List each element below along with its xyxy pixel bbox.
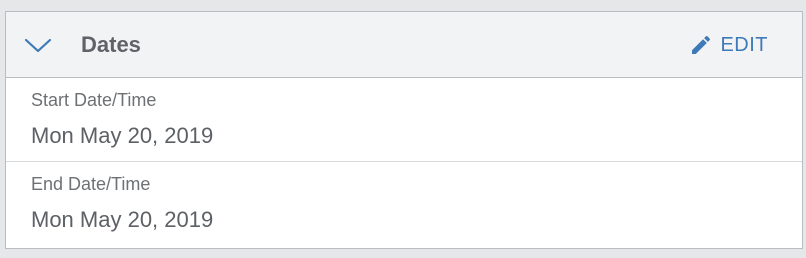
start-date-label: Start Date/Time (31, 90, 157, 110)
end-date-field: End Date/Time Mon May 20, 2019 (6, 162, 802, 248)
edit-button-label: EDIT (720, 34, 768, 56)
edit-button[interactable]: EDIT (689, 32, 768, 58)
start-date-value: Mon May 20, 2019 (31, 123, 214, 148)
end-date-value: Mon May 20, 2019 (31, 207, 214, 232)
section-title: Dates (81, 32, 141, 57)
chevron-down-icon[interactable] (22, 32, 54, 58)
start-date-field: Start Date/Time Mon May 20, 2019 (6, 78, 802, 162)
dates-panel-header[interactable]: Dates EDIT (6, 12, 802, 78)
dates-panel: Dates EDIT Start Date/Time Mon May 20, 2… (5, 11, 803, 249)
pencil-icon (689, 33, 713, 57)
end-date-label: End Date/Time (31, 174, 151, 194)
